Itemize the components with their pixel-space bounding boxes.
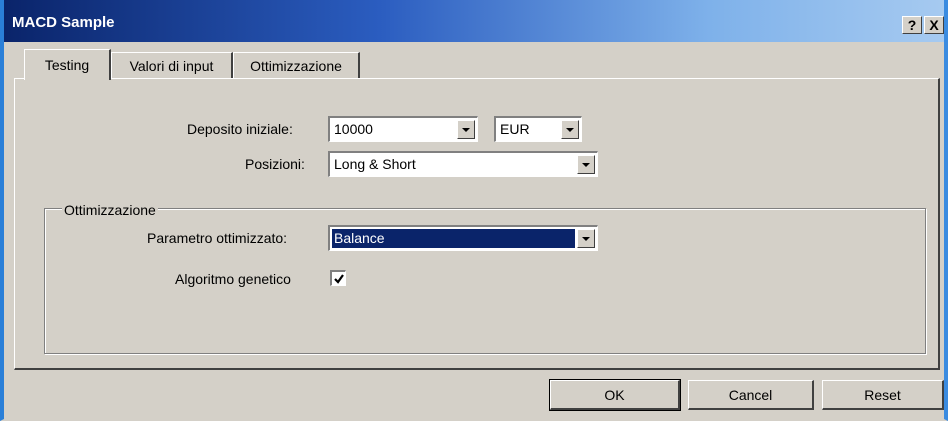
chevron-down-icon bbox=[566, 127, 574, 132]
positions-label: Posizioni: bbox=[245, 156, 305, 172]
parameter-dropdown-button[interactable] bbox=[577, 229, 595, 248]
tab-ottimizzazione[interactable]: Ottimizzazione bbox=[233, 52, 360, 78]
parameter-label: Parametro ottimizzato: bbox=[147, 230, 288, 246]
help-button[interactable]: ? bbox=[902, 16, 922, 34]
currency-dropdown-button[interactable] bbox=[561, 120, 579, 139]
positions-combo[interactable]: Long & Short bbox=[328, 151, 598, 177]
deposit-value: 10000 bbox=[334, 121, 373, 137]
checkmark-icon bbox=[333, 273, 344, 284]
deposit-dropdown-button[interactable] bbox=[457, 120, 475, 139]
deposit-label: Deposito iniziale: bbox=[187, 121, 293, 137]
reset-button[interactable]: Reset bbox=[822, 380, 944, 410]
tab-valori-di-input[interactable]: Valori di input bbox=[111, 52, 233, 78]
positions-value: Long & Short bbox=[334, 156, 416, 172]
macd-sample-dialog: MACD Sample ? X Testing Valori di input … bbox=[0, 0, 948, 421]
chevron-down-icon bbox=[462, 127, 470, 132]
chevron-down-icon bbox=[582, 162, 590, 167]
parameter-value: Balance bbox=[334, 230, 385, 246]
chevron-down-icon bbox=[582, 236, 590, 241]
title-bar[interactable]: MACD Sample ? X bbox=[4, 0, 944, 42]
optimization-group-title: Ottimizzazione bbox=[62, 202, 158, 218]
genetic-checkbox[interactable] bbox=[330, 270, 346, 286]
window-title: MACD Sample bbox=[12, 14, 115, 31]
close-button[interactable]: X bbox=[924, 16, 944, 34]
deposit-combo[interactable]: 10000 bbox=[328, 116, 478, 142]
ok-button[interactable]: OK bbox=[549, 379, 681, 411]
currency-value: EUR bbox=[500, 121, 530, 137]
genetic-label: Algoritmo genetico bbox=[175, 271, 291, 287]
currency-combo[interactable]: EUR bbox=[494, 116, 582, 142]
tab-testing[interactable]: Testing bbox=[24, 49, 111, 80]
parameter-combo[interactable]: Balance bbox=[328, 225, 598, 251]
positions-dropdown-button[interactable] bbox=[577, 155, 595, 174]
cancel-button[interactable]: Cancel bbox=[688, 380, 814, 410]
